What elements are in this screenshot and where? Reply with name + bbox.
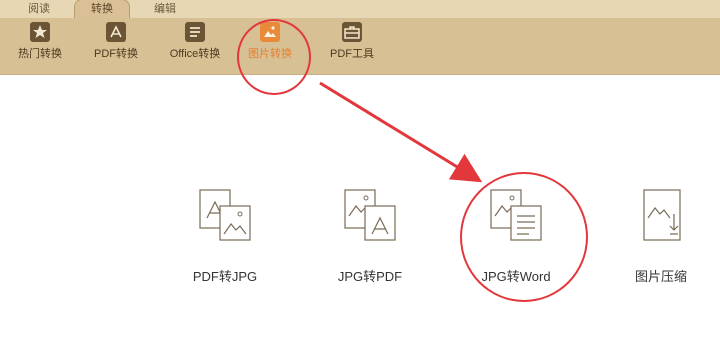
- image-compress-icon: [643, 189, 681, 241]
- feature-label: 图片压缩: [634, 269, 687, 284]
- feature-label: PDF转JPG: [192, 269, 258, 284]
- annotation-arrow: [319, 81, 483, 183]
- feature-pdf-to-jpg[interactable]: PDF转JPG: [165, 186, 285, 285]
- jpg-to-pdf-icon: [344, 189, 396, 241]
- annotation-ring-feature: [460, 172, 588, 302]
- feature-image-compress[interactable]: 图片压缩: [601, 186, 720, 285]
- feature-label: JPG转PDF: [337, 269, 403, 284]
- feature-jpg-to-pdf[interactable]: JPG转PDF: [310, 186, 430, 285]
- pdf-to-jpg-icon: [199, 189, 251, 241]
